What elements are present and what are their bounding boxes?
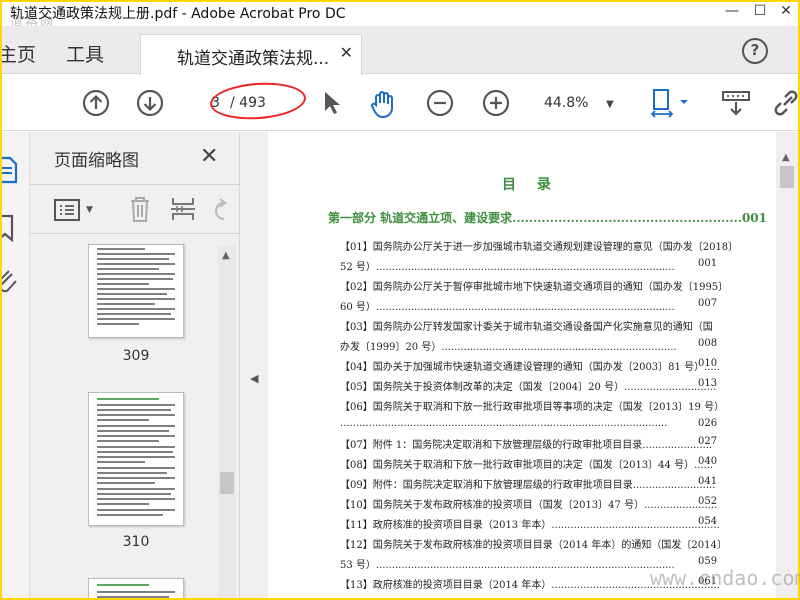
minimize-button[interactable]: — <box>718 2 746 22</box>
window-title: 轨道交通政策法规上册.pdf - Adobe Acrobat Pro DC <box>10 6 346 22</box>
document-scrollbar[interactable]: ▲ <box>776 132 798 598</box>
toc-page-number: 008 <box>698 338 718 349</box>
scroll-up-icon[interactable]: ▲ <box>782 152 790 163</box>
toc-entry[interactable]: 【08】国务院关于取消和下放一批行政审批项目的决定（国发〔2013〕44 号）.… <box>340 456 713 471</box>
toc-entry[interactable]: 【12】国务院关于发布政府核准的投资项目目录（2014 年本）的通知（国发〔20… <box>340 536 727 551</box>
tab-tools[interactable]: 工具 <box>66 40 104 67</box>
watermark-url: www.cndao.com <box>650 566 800 590</box>
toc-heading: 目 录 <box>502 177 559 193</box>
toc-entry[interactable]: 【06】国务院关于取消和下放一批行政审批项目等事项的决定（国发〔2013〕19 … <box>340 398 724 413</box>
toc-entry[interactable]: 【02】国务院办公厅关于暂停审批城市地下快速轨道交通项目的通知（国办发〔1995… <box>340 278 728 293</box>
toc-page-number: 010 <box>698 358 718 369</box>
page-thumbnail[interactable] <box>88 392 184 526</box>
tab-home[interactable]: 主页 <box>2 40 36 67</box>
zoom-level[interactable]: 44.8% <box>544 95 588 111</box>
close-panel-icon[interactable]: ✕ <box>200 144 218 169</box>
toc-page-number: 052 <box>698 496 718 507</box>
scroll-up-icon[interactable]: ▲ <box>222 250 230 261</box>
close-tab-icon[interactable]: ✕ <box>340 43 353 62</box>
toc-entry[interactable]: 52 号）...................................… <box>340 258 675 273</box>
bookmark-icon[interactable] <box>2 214 20 242</box>
zoom-out-icon[interactable] <box>426 89 454 117</box>
previous-page-icon[interactable] <box>82 89 110 117</box>
toc-page-number: 007 <box>698 298 718 309</box>
zoom-dropdown-icon[interactable]: ▼ <box>606 99 614 110</box>
toc-entry[interactable]: 【03】国务院办公厅转发国家计委关于城市轨道交通设备国产化实施意见的通知（国 <box>340 318 713 333</box>
toc-entry[interactable]: 【05】国务院关于投资体制改革的决定（国发〔2004〕20 号）........… <box>340 378 716 393</box>
thumbnail-options-icon[interactable] <box>54 199 80 221</box>
tab-bar: 主页 工具 轨道交通政策法规... ✕ ? <box>2 26 798 75</box>
tab-document[interactable]: 轨道交通政策法规... ✕ <box>140 34 362 75</box>
attachments-icon[interactable] <box>2 268 20 296</box>
scroll-thumb[interactable] <box>220 472 234 494</box>
hand-tool-icon[interactable] <box>368 89 398 119</box>
close-window-button[interactable]: ✕ <box>772 2 798 22</box>
scroll-thumb[interactable] <box>780 166 794 188</box>
page-thumbnail[interactable] <box>88 244 184 338</box>
tab-document-label: 轨道交通政策法规... <box>177 49 330 69</box>
annotation-circle <box>208 79 308 123</box>
toolbar: 3 / 493 44.8% ▼ <box>2 75 798 131</box>
page-thumbnail[interactable] <box>88 578 184 598</box>
toc-page-number: 013 <box>698 378 718 389</box>
thumbnail-scrollbar[interactable]: ▲ <box>218 246 236 598</box>
toc-entry[interactable]: 【01】国务院办公厅关于进一步加强城市轨道交通规划建设管理的意见（国办发〔201… <box>340 238 738 253</box>
link-icon[interactable] <box>772 89 798 117</box>
options-dropdown-icon[interactable]: ▼ <box>86 205 93 215</box>
toc-part-heading[interactable]: 第一部分 轨道交通立项、建设要求........................… <box>328 209 767 226</box>
document-view: 目 录 第一部分 轨道交通立项、建设要求....................… <box>268 132 798 598</box>
toc-entry[interactable]: 办发〔1999〕20 号）...........................… <box>340 338 677 353</box>
help-icon[interactable]: ? <box>742 38 768 64</box>
panel-title: 页面缩略图 <box>54 151 139 171</box>
next-page-icon[interactable] <box>136 89 164 117</box>
toc-page-number: 027 <box>698 436 718 447</box>
toc-page-number: 040 <box>698 456 718 467</box>
navigation-pane-strip <box>2 132 30 598</box>
toc-page-number: 026 <box>698 418 718 429</box>
acrobat-window: 道裕网 轨道交通政策法规上册.pdf - Adobe Acrobat Pro D… <box>2 2 798 598</box>
collapse-panel-handle[interactable]: ◀ <box>240 132 268 598</box>
page-thumbnails-panel: 页面缩略图 ✕ ▼ 309 310 ▲ <box>30 132 240 598</box>
page-thumbnails-icon[interactable] <box>2 156 20 184</box>
maximize-button[interactable]: ☐ <box>746 2 774 22</box>
thumbnail-label: 310 <box>122 534 150 550</box>
rotate-page-icon[interactable] <box>208 197 230 223</box>
toc-page-number: 041 <box>698 476 718 487</box>
toc-entry[interactable]: 【10】国务院关于发布政府核准的投资项目（国发〔2013〕47 号）......… <box>340 496 717 511</box>
fit-page-icon[interactable] <box>650 87 694 119</box>
thumbnail-label: 309 <box>122 348 150 364</box>
collapse-arrow-icon: ◀ <box>250 372 259 385</box>
title-bar: 道裕网 轨道交通政策法规上册.pdf - Adobe Acrobat Pro D… <box>2 2 798 31</box>
pdf-page: 目 录 第一部分 轨道交通立项、建设要求....................… <box>268 132 776 598</box>
insert-page-icon[interactable] <box>170 195 196 223</box>
delete-page-icon[interactable] <box>128 195 152 223</box>
toc-page-number: 054 <box>698 516 718 527</box>
toc-entry[interactable]: ........................................… <box>340 418 667 429</box>
zoom-in-icon[interactable] <box>482 89 510 117</box>
toc-entry[interactable]: 【07】附件 1：国务院决定取消和下放管理层级的行政审批项目目录........… <box>340 436 712 451</box>
toc-entry[interactable]: 53 号）...................................… <box>340 556 675 571</box>
panel-toolbar: ▼ <box>30 184 240 234</box>
toc-page-number: 001 <box>698 258 718 269</box>
toc-entry[interactable]: 【04】国办关于加强城市快速轨道交通建设管理的通知（国办发〔2003〕81 号）… <box>340 358 720 373</box>
toc-entry[interactable]: 60 号）...................................… <box>340 298 675 313</box>
toc-entry[interactable]: 【09】附件：国务院决定取消和下放管理层级的行政审批项目目录..........… <box>340 476 715 491</box>
read-mode-icon[interactable] <box>720 89 752 119</box>
select-cursor-icon[interactable] <box>320 89 344 117</box>
toc-entry[interactable]: 【11】政府核准的投资项目目录（2013 年本）................… <box>340 516 720 531</box>
